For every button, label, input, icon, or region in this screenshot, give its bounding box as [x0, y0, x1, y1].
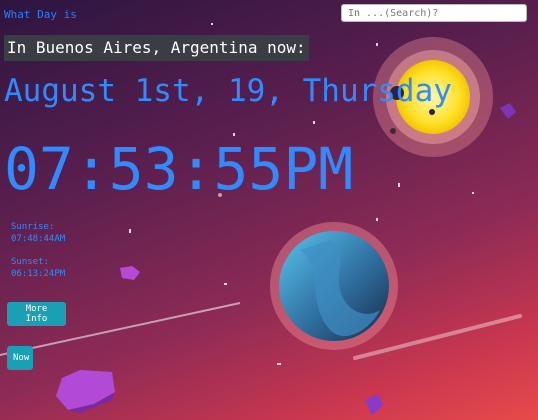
sunrise-time: 07:48:44AM: [11, 234, 66, 244]
space-background: [0, 23, 522, 415]
current-date: August 1st, 19, Thursday: [4, 73, 452, 109]
site-logo[interactable]: What Day is: [4, 8, 77, 21]
city-heading: In Buenos Aires, Argentina now:: [4, 35, 309, 61]
current-time: 07:53:55PM: [4, 135, 354, 203]
now-button[interactable]: Now: [7, 346, 33, 370]
sunset-block: Sunset: 06:13:24PM: [11, 256, 65, 280]
sunrise-block: Sunrise: 07:48:44AM: [11, 221, 65, 245]
sunrise-label: Sunrise:: [11, 222, 55, 232]
more-info-button[interactable]: More Info: [7, 302, 66, 326]
search-input[interactable]: [341, 4, 527, 22]
sunset-label: Sunset:: [11, 257, 49, 267]
sunset-time: 06:13:24PM: [11, 269, 66, 279]
planet-illustration: [270, 222, 398, 350]
